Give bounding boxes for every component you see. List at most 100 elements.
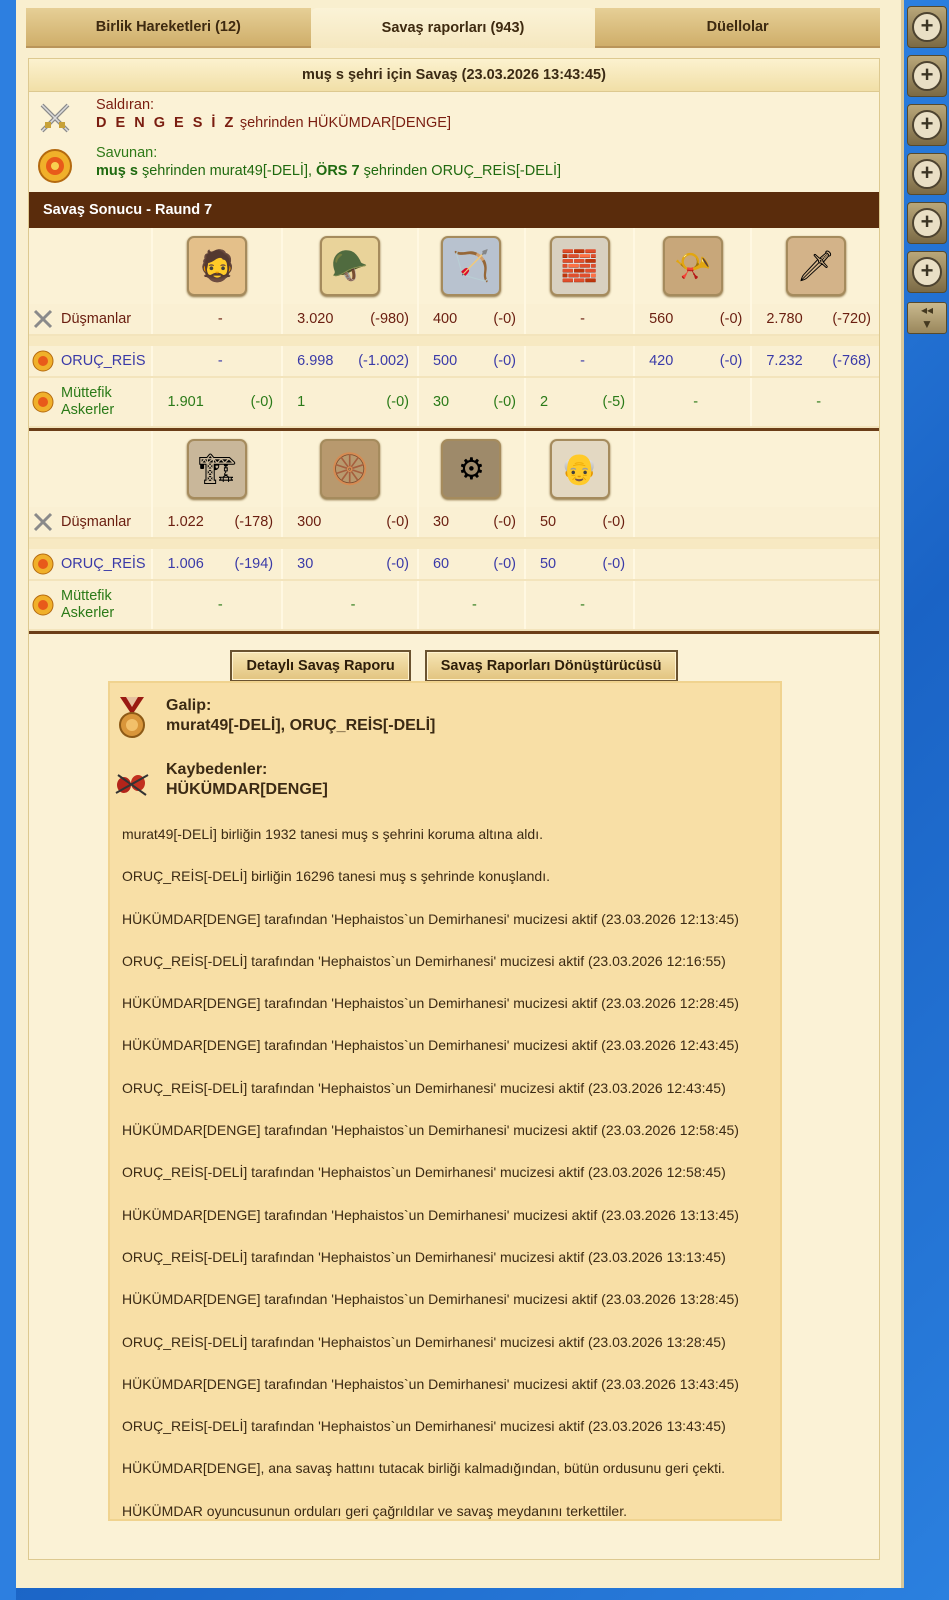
- unit-cell: 50 (-0): [539, 556, 626, 572]
- defender-text2[interactable]: şehrinden ORUÇ_REİS[-DELİ]: [360, 163, 561, 179]
- losers: HÜKÜMDAR[DENGE]: [166, 781, 328, 798]
- empty-cell: [29, 431, 153, 507]
- plus-icon: +: [912, 61, 942, 91]
- shield-icon: [32, 594, 54, 616]
- winners: murat49[-DELİ], ORUÇ_REİS[-DELİ]: [166, 717, 436, 734]
- unit-cell: 420 (-0): [649, 353, 743, 369]
- ram-icon[interactable]: 🏗: [187, 439, 248, 499]
- spartan-icon[interactable]: 🪖: [320, 236, 381, 296]
- tab-bar: Birlik Hareketleri (12) Savaş raporları …: [26, 8, 881, 48]
- crossed-swords-icon: [40, 103, 70, 133]
- tab-duels[interactable]: Düellolar: [595, 8, 881, 48]
- loser-section: Kaybedenler: HÜKÜMDAR[DENGE]: [110, 747, 780, 811]
- wall-icon[interactable]: 🧱: [549, 236, 610, 296]
- ally-row: Müttefik Askerler 1.901 (-0) 1 (-0) 30 (-0) …: [29, 377, 879, 428]
- slinger-icon[interactable]: 📯: [662, 236, 723, 296]
- defender-label: Savunan:: [96, 145, 158, 161]
- report-buttons: Detaylı Savaş Raporu Savaş Raporları Dön…: [29, 650, 879, 682]
- message-line: HÜKÜMDAR[DENGE] tarafından 'Hephaistos`u…: [122, 1206, 739, 1223]
- swordsman-icon[interactable]: 🗡: [785, 236, 846, 296]
- plus-button[interactable]: +: [907, 202, 947, 244]
- unit-cell: -: [217, 353, 223, 369]
- defender-text1[interactable]: şehrinden murat49[-DELİ],: [138, 163, 316, 179]
- attacker-desc: D E N G E S İ Z şehrinden HÜKÜMDAR[DENGE…: [96, 115, 451, 131]
- unit-cell: -: [350, 597, 356, 613]
- unit-cell: -: [472, 597, 477, 613]
- message-line: HÜKÜMDAR[DENGE] tarafından 'Hephaistos`u…: [122, 1291, 739, 1308]
- catapult-icon[interactable]: 🛞: [320, 439, 381, 499]
- winner-label: Galip:: [166, 697, 212, 714]
- detailed-report-button[interactable]: Detaylı Savaş Raporu: [230, 650, 411, 682]
- unit-cell: 560 (-0): [649, 311, 743, 327]
- enemies-row: Düşmanlar 1.022 (-178) 300 (-0) 30 (-0) 50(…: [29, 507, 879, 539]
- unit-cell: -: [580, 311, 585, 327]
- defender-city2-link[interactable]: ÖRS 7: [316, 163, 360, 179]
- unit-cell: -: [217, 311, 223, 327]
- doctor-icon[interactable]: 👴: [549, 439, 610, 499]
- unit-cell: 50 (-0): [539, 514, 626, 530]
- chevron-down-icon: ▼: [921, 317, 933, 331]
- message-line: ORUÇ_REİS[-DELİ] tarafından 'Hephaistos`…: [122, 1248, 726, 1265]
- plus-icon: +: [912, 159, 942, 189]
- plus-icon: +: [912, 12, 942, 42]
- unit-cell: 500 (-0): [432, 353, 516, 369]
- attacker-label: Saldıran:: [96, 97, 155, 113]
- plus-button[interactable]: +: [907, 153, 947, 195]
- own-label[interactable]: ORUÇ_REİS: [29, 346, 153, 378]
- scroll-control[interactable]: ◂◂ ▼: [907, 302, 947, 334]
- right-toolbar: + + + + + + ◂◂ ▼: [904, 0, 949, 1600]
- empty-cell: [633, 431, 879, 507]
- winner-section: Galip: murat49[-DELİ], ORUÇ_REİS[-DELİ]: [110, 683, 780, 747]
- message-line: murat49[-DELİ] birliğin 1932 tanesi muş …: [122, 826, 543, 842]
- divider: [29, 631, 879, 634]
- unit-cell: 30 (-0): [432, 514, 516, 530]
- ally-label: Müttefik Askerler: [29, 580, 153, 631]
- message-line: HÜKÜMDAR[DENGE] tarafından 'Hephaistos`u…: [122, 1375, 739, 1392]
- enemies-row: Düşmanlar - 3.020 (-980) 400 (-0) - 560 (-0…: [29, 304, 879, 336]
- plus-button[interactable]: +: [907, 55, 947, 97]
- report-title: muş s şehri için Savaş (23.03.2026 13:43…: [29, 59, 879, 92]
- hoplite-icon[interactable]: 🧔: [187, 236, 248, 296]
- shield-icon: [32, 553, 54, 575]
- units-table-1: 🧔 🪖 🏹 🧱 📯 🗡 Düşmanlar - 3.020 (-980) 400(…: [29, 228, 879, 428]
- attacker-text[interactable]: şehrinden HÜKÜMDAR[DENGE]: [236, 115, 451, 131]
- crossed-swords-icon: [33, 512, 53, 532]
- plus-button[interactable]: +: [907, 6, 947, 48]
- attacker-city-link[interactable]: D E N G E S İ Z: [96, 115, 236, 131]
- own-label[interactable]: ORUÇ_REİS: [29, 549, 153, 581]
- tab-troop-movements[interactable]: Birlik Hareketleri (12): [26, 8, 311, 48]
- message-line: HÜKÜMDAR[DENGE] tarafından 'Hephaistos`u…: [122, 1037, 739, 1054]
- mortar-icon[interactable]: ⚙: [441, 439, 502, 499]
- rewind-icon: ◂◂: [920, 303, 934, 317]
- plus-button[interactable]: +: [907, 251, 947, 293]
- report-converter-button[interactable]: Savaş Raporları Dönüştürücüsü: [424, 650, 678, 682]
- unit-cell: 1.901 (-0): [167, 394, 274, 410]
- battle-report-panel: Birlik Hareketleri (12) Savaş raporları …: [16, 0, 904, 1588]
- unit-cell: 300 (-0): [297, 514, 409, 530]
- tab-battle-reports[interactable]: Savaş raporları (943): [310, 8, 596, 48]
- ally-label: Müttefik Askerler: [29, 377, 153, 428]
- unit-cell: 1 (-0): [297, 394, 409, 410]
- defender-city1-link[interactable]: muş s: [96, 163, 138, 179]
- plus-button[interactable]: +: [907, 104, 947, 146]
- plus-icon: +: [912, 110, 942, 140]
- unit-cell: 400 (-0): [432, 311, 516, 327]
- own-row: ORUÇ_REİS - 6.998 (-1.002) 500 (-0) - 420(…: [29, 346, 879, 378]
- unit-cell: 6.998 (-1.002): [297, 353, 409, 369]
- shield-icon: [32, 391, 54, 413]
- own-row: ORUÇ_REİS 1.006 (-194) 30 (-0) 60 (-0) 50 (-…: [29, 549, 879, 581]
- defender-desc: muş s şehrinden murat49[-DELİ], ÖRS 7 şe…: [96, 163, 561, 179]
- message-line: HÜKÜMDAR oyuncusunun orduları geri çağrı…: [122, 1502, 627, 1519]
- unit-cell: 3.020 (-980): [297, 311, 409, 327]
- round-title: Savaş Sonucu - Raund 7: [29, 192, 879, 228]
- unit-cell: 1.022 (-178): [167, 514, 274, 530]
- archer-icon[interactable]: 🏹: [441, 236, 502, 296]
- unit-cell: -: [580, 353, 585, 369]
- report-content: muş s şehri için Savaş (23.03.2026 13:43…: [28, 58, 880, 1560]
- shield-icon: [32, 350, 54, 372]
- plus-icon: +: [912, 208, 942, 238]
- fallen-soldiers-icon: [115, 774, 149, 796]
- message-line: ORUÇ_REİS[-DELİ] tarafından 'Hephaistos`…: [122, 1418, 726, 1435]
- enemies-label: Düşmanlar: [29, 304, 153, 336]
- empty-cell: [29, 228, 153, 304]
